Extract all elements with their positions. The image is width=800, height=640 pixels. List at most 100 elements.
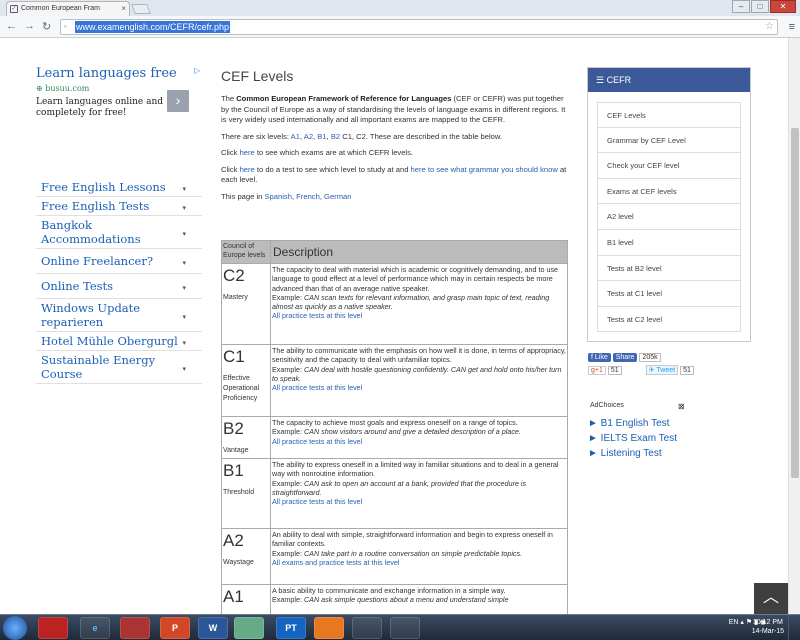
level-link-b1[interactable]: B1 xyxy=(317,132,326,141)
app-icon[interactable] xyxy=(314,617,344,639)
ad-link-item[interactable]: Hotel Mühle Obergurgl ▾ xyxy=(36,332,202,351)
scrollbar-thumb[interactable] xyxy=(791,128,799,478)
sidebar-item-cef-levels[interactable]: CEF Levels xyxy=(597,102,741,128)
google-plus-button[interactable]: g+1 xyxy=(588,366,606,375)
exams-paragraph: Click here to see which exams are at whi… xyxy=(221,148,571,159)
page-scrollbar[interactable] xyxy=(788,38,800,614)
ad-link-text[interactable]: Bangkok Accommodations xyxy=(41,218,141,246)
page-icon: ▫ xyxy=(64,22,67,31)
show-desktop-button[interactable] xyxy=(788,615,800,640)
level-link-a2[interactable]: A2 xyxy=(304,132,313,141)
facebook-like-button[interactable]: f Like xyxy=(588,353,611,362)
practice-tests-link[interactable]: All practice tests at this level xyxy=(272,497,362,506)
level-link-a1[interactable]: A1 xyxy=(291,132,300,141)
ad-title[interactable]: Learn languages free xyxy=(36,66,206,81)
address-bar[interactable]: ▫ www.examenglish.com/CEFR/cefr.php ☆ xyxy=(60,19,778,35)
ad-arrow-button[interactable]: › xyxy=(167,90,189,112)
app-icon[interactable] xyxy=(352,617,382,639)
powerpoint-icon[interactable]: P xyxy=(160,617,190,639)
practice-tests-link[interactable]: All practice tests at this level xyxy=(272,311,362,320)
ad-link-item[interactable]: Bangkok Accommodations ▾ xyxy=(36,216,202,249)
sidebar-item-exams[interactable]: Exams at CEF levels xyxy=(597,178,741,205)
maximize-icon[interactable]: □ xyxy=(751,0,769,13)
level-link-b2[interactable]: B2 xyxy=(331,132,340,141)
ad-link-text[interactable]: Windows Update reparieren xyxy=(41,301,140,329)
sidebar-item-grammar[interactable]: Grammar by CEF Level xyxy=(597,127,741,154)
test-here-link[interactable]: here xyxy=(240,165,255,174)
facebook-row: f Like Share 205k xyxy=(588,352,708,362)
tab-close-icon[interactable]: × xyxy=(121,4,126,13)
new-tab-button[interactable] xyxy=(131,4,151,14)
table-row: C1 Effective Operational Proficiency The … xyxy=(221,344,568,417)
spanish-link[interactable]: Spanish xyxy=(264,192,291,201)
example-label: Example: xyxy=(272,292,304,302)
example-label: Example: xyxy=(272,595,304,605)
sidebar-item-c2-tests[interactable]: Tests at C2 level xyxy=(597,306,741,333)
level-name: Vantage xyxy=(223,447,249,454)
sidebar-item-c1-tests[interactable]: Tests at C1 level xyxy=(597,281,741,307)
ad-link-item[interactable]: Windows Update reparieren ▾ xyxy=(36,299,202,332)
pt-app-icon[interactable]: PT xyxy=(276,617,306,639)
back-icon[interactable]: ← xyxy=(6,20,17,32)
ad-link-text[interactable]: Online Tests xyxy=(41,279,113,293)
level-cell: C2 Mastery xyxy=(221,263,271,345)
tweet-button[interactable]: ✈ Tweet xyxy=(645,365,679,375)
intro-paragraph: The Common European Framework of Referen… xyxy=(221,94,571,126)
close-window-icon[interactable]: ✕ xyxy=(770,0,796,13)
start-button[interactable] xyxy=(3,616,27,640)
browser-tabbar: ✓ Common European Fram × – □ ✕ xyxy=(0,0,800,16)
ad-link-text[interactable]: Free English Lessons xyxy=(41,180,166,194)
chrome-icon[interactable] xyxy=(234,617,264,639)
app-icon[interactable] xyxy=(390,617,420,639)
ad-link-item[interactable]: Sustainable Energy Course ▾ xyxy=(36,351,202,384)
french-link[interactable]: French xyxy=(296,192,320,201)
ad-link-item[interactable]: Online Tests ▾ xyxy=(36,274,202,299)
facebook-share-button[interactable]: Share xyxy=(612,353,638,362)
language-indicator[interactable]: EN xyxy=(729,619,739,626)
bookmark-star-icon[interactable]: ☆ xyxy=(765,21,774,32)
ad-link-listening[interactable]: ► Listening Test xyxy=(588,446,677,461)
reload-icon[interactable]: ↻ xyxy=(42,20,51,33)
acrobat-icon[interactable] xyxy=(120,617,150,639)
internet-explorer-icon[interactable]: e xyxy=(80,617,110,639)
level-example: CAN show visitors around and give a deta… xyxy=(303,427,521,437)
sidebar-item-b1[interactable]: B1 level xyxy=(597,229,741,256)
ad-link-text[interactable]: Online Freelancer? xyxy=(41,254,153,268)
practice-tests-link[interactable]: All practice tests at this level xyxy=(272,383,362,392)
clock[interactable]: 10:12 PM 14-Mar-15 xyxy=(752,618,784,636)
grammar-link[interactable]: here to see what grammar you should know xyxy=(411,165,558,174)
sidebar-item-check-level[interactable]: Check your CEF level xyxy=(597,153,741,179)
adchoices[interactable]: AdChoices ⊠ xyxy=(590,402,690,411)
ad-link-item[interactable]: Free English Lessons ▾ xyxy=(36,178,202,197)
adchoices-icon[interactable]: ▷ xyxy=(194,66,200,75)
forward-icon[interactable]: → xyxy=(24,20,35,32)
ad-link-b1-test[interactable]: ► B1 English Test xyxy=(588,416,677,431)
german-link[interactable]: German xyxy=(324,192,351,201)
scroll-to-top-button[interactable]: ︿ xyxy=(754,583,788,614)
level-code: C2 xyxy=(223,266,245,285)
practice-tests-link[interactable]: All practice tests at this level xyxy=(272,437,362,446)
exams-here-link[interactable]: here xyxy=(240,148,255,157)
header-description: Description xyxy=(270,240,568,264)
ad-link-text[interactable]: Hotel Mühle Obergurgl xyxy=(41,334,178,348)
sidebar-item-a2[interactable]: A2 level xyxy=(597,204,741,230)
browser-tab[interactable]: ✓ Common European Fram × xyxy=(6,1,130,16)
adchoices-label[interactable]: AdChoices xyxy=(590,402,624,409)
word-icon[interactable]: W xyxy=(198,617,228,639)
ad-link-text[interactable]: Sustainable Energy Course xyxy=(41,353,155,381)
sidebar-item-b2-tests[interactable]: Tests at B2 level xyxy=(597,255,741,282)
example-label: Example: xyxy=(272,478,304,488)
cef-levels-table: Council of Europe levels Description C2 M… xyxy=(221,240,568,614)
ad-link-item[interactable]: Online Freelancer? ▾ xyxy=(36,249,202,274)
menu-icon[interactable]: ≡ xyxy=(789,21,795,33)
url-text[interactable]: www.examenglish.com/CEFR/cefr.php xyxy=(75,21,231,33)
header-level: Council of Europe levels xyxy=(221,240,271,264)
adchoices-icon[interactable]: ⊠ xyxy=(678,402,685,411)
taskbar-app-icon[interactable] xyxy=(38,617,68,639)
ad-link-ielts[interactable]: ► IELTS Exam Test xyxy=(588,431,677,446)
ad-source-text[interactable]: busuu.com xyxy=(45,84,89,93)
practice-tests-link[interactable]: All exams and practice tests at this lev… xyxy=(272,558,399,567)
ad-link-item[interactable]: Free English Tests ▾ xyxy=(36,197,202,216)
ad-link-text[interactable]: Free English Tests xyxy=(41,199,149,213)
minimize-icon[interactable]: – xyxy=(732,0,750,13)
